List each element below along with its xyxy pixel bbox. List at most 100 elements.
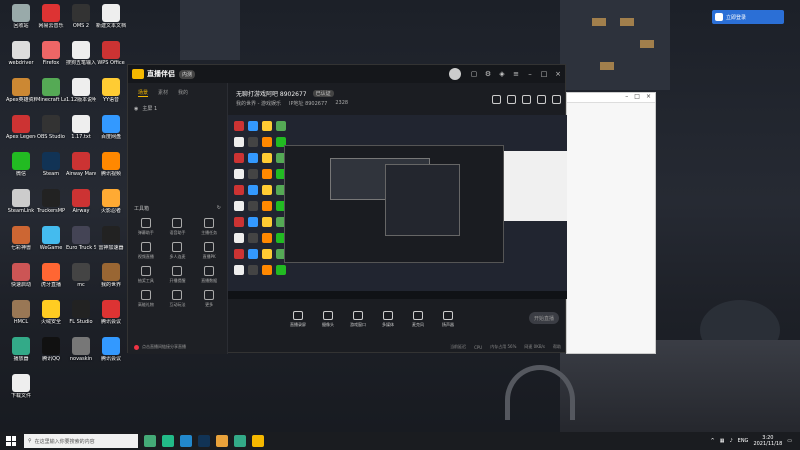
network-icon[interactable]: ▦: [720, 438, 725, 444]
source-button[interactable]: 游戏窗口: [346, 310, 370, 328]
desktop-icon[interactable]: 虎牙直播: [36, 263, 66, 297]
desktop-icon[interactable]: mc: [66, 263, 96, 297]
taskbar-app-icon[interactable]: [162, 435, 174, 447]
avatar[interactable]: [449, 68, 461, 80]
close-icon[interactable]: ×: [551, 65, 565, 83]
tool-item[interactable]: 高能礼物: [130, 290, 162, 308]
tab-mine[interactable]: 我的: [178, 89, 188, 97]
desktop-icon[interactable]: FL Studio: [66, 300, 96, 334]
message-icon[interactable]: ▢: [467, 65, 481, 83]
desktop-icon[interactable]: HMCL: [6, 300, 36, 334]
tool-item[interactable]: 视频直播: [130, 242, 162, 260]
input-language[interactable]: ENG: [738, 438, 749, 444]
desktop-icon[interactable]: OBS Studio: [36, 115, 66, 149]
clock[interactable]: 3:20 2021/11/18: [753, 435, 782, 447]
maximize-icon[interactable]: □: [537, 65, 551, 83]
tab-assets[interactable]: 素材: [158, 89, 168, 97]
tab-scene[interactable]: 场景: [138, 89, 149, 97]
minimize-icon[interactable]: –: [625, 93, 628, 102]
volume-icon[interactable]: ♪: [729, 438, 732, 444]
taskbar-app-icon[interactable]: [234, 435, 246, 447]
stream-category[interactable]: 我的世界 - 游戏娱乐: [236, 100, 281, 107]
settings-icon[interactable]: ⚙: [481, 65, 495, 83]
tool-item[interactable]: 更多: [193, 290, 225, 308]
desktop-icon[interactable]: webdriver: [6, 41, 36, 75]
refresh-icon[interactable]: ↻: [217, 205, 221, 212]
skin-icon[interactable]: ◈: [495, 65, 509, 83]
tool-item[interactable]: 开播提醒: [162, 266, 194, 284]
desktop-icon[interactable]: 播放器: [6, 337, 36, 371]
desktop-icon[interactable]: SteamLink: [6, 189, 36, 223]
desktop-icon[interactable]: 1.12版本说明.txt: [66, 78, 96, 112]
lock-icon[interactable]: [507, 95, 516, 104]
desktop-icon[interactable]: WeGame: [36, 226, 66, 260]
desktop-icon[interactable]: 火影忍者: [96, 189, 126, 223]
login-button[interactable]: 立即登录: [712, 10, 784, 24]
maximize-icon[interactable]: □: [634, 93, 640, 102]
taskbar-app-icon[interactable]: [144, 435, 156, 447]
desktop-icon[interactable]: 网易云音乐: [36, 4, 66, 38]
minimize-icon[interactable]: –: [523, 65, 537, 83]
taskbar-app-icon[interactable]: [180, 435, 192, 447]
preview-canvas[interactable]: [228, 115, 567, 299]
go-live-button[interactable]: 开始直播: [529, 312, 559, 324]
source-button[interactable]: 麦克风: [406, 310, 430, 328]
desktop-icon[interactable]: Steam: [36, 152, 66, 186]
taskbar-live-app-icon[interactable]: [252, 435, 264, 447]
desktop-icon[interactable]: 腾讯视频: [96, 152, 126, 186]
source-button[interactable]: 多媒体: [376, 310, 400, 328]
desktop-icon[interactable]: 腾讯会议: [96, 300, 126, 334]
desktop-icon[interactable]: Apex英雄资料站: [6, 78, 36, 112]
menu-icon[interactable]: ≡: [509, 65, 523, 83]
tool-item[interactable]: 抽奖工具: [130, 266, 162, 284]
status-item[interactable]: 帮助: [553, 344, 561, 350]
taskbar-search[interactable]: ⚲ 在这里输入你要搜索的内容: [24, 434, 138, 448]
layout-icon[interactable]: [522, 95, 531, 104]
tool-item[interactable]: 语音助手: [162, 218, 194, 236]
desktop-icon[interactable]: 火绒安全: [36, 300, 66, 334]
desktop-icon[interactable]: WPS Office: [96, 41, 126, 75]
desktop-icon[interactable]: 回收站: [6, 4, 36, 38]
desktop-icon[interactable]: 腾讯QQ: [36, 337, 66, 371]
tool-item[interactable]: 多人连麦: [162, 242, 194, 260]
desktop-icon[interactable]: 七彩神兽: [6, 226, 36, 260]
desktop-icon[interactable]: 下载文件: [6, 374, 36, 408]
close-icon[interactable]: ×: [646, 93, 651, 102]
desktop-icon[interactable]: Airway Manual: [66, 152, 96, 186]
notification-icon[interactable]: ▭: [787, 438, 792, 444]
taskbar-steam-icon[interactable]: [198, 435, 210, 447]
tool-item[interactable]: 直播数据: [193, 266, 225, 284]
bell-icon[interactable]: [537, 95, 546, 104]
desktop-icon[interactable]: Euro Truck Simulator 2: [66, 226, 96, 260]
windows-start-icon[interactable]: [6, 436, 16, 446]
desktop-icon[interactable]: Minecraft Launcher: [36, 78, 66, 112]
desktop-icon[interactable]: TruckersMP: [36, 189, 66, 223]
desktop-icon[interactable]: 百度网盘: [96, 115, 126, 149]
share-icon[interactable]: [552, 95, 561, 104]
desktop-icon[interactable]: Firefox: [36, 41, 66, 75]
desktop-icon[interactable]: 我的世界: [96, 263, 126, 297]
desktop-icon[interactable]: 新建文本文档: [96, 4, 126, 38]
browser-window[interactable]: – □ ×: [566, 92, 656, 354]
eye-icon[interactable]: ◉: [134, 106, 138, 112]
desktop-icon[interactable]: 快速启动: [6, 263, 36, 297]
source-button[interactable]: 摄像头: [316, 310, 340, 328]
source-button[interactable]: 扬声器: [436, 310, 460, 328]
tool-item[interactable]: 直播PK: [193, 242, 225, 260]
desktop-icon[interactable]: OMS 2: [66, 4, 96, 38]
tool-item[interactable]: 弹幕助手: [130, 218, 162, 236]
left-footer[interactable]: 点击直播间链接分享直播: [128, 340, 227, 354]
desktop-icon[interactable]: Apex Legends: [6, 115, 36, 149]
tool-item[interactable]: 互动玩法: [162, 290, 194, 308]
tool-item[interactable]: 主播任务: [193, 218, 225, 236]
desktop-icon[interactable]: 腾讯会议: [96, 337, 126, 371]
desktop-icon[interactable]: Airway: [66, 189, 96, 223]
desktop-icon[interactable]: 微信: [6, 152, 36, 186]
desktop-icon[interactable]: 雷神加速器: [96, 226, 126, 260]
taskbar-folder-icon[interactable]: [216, 435, 228, 447]
desktop-icon[interactable]: 1.17.txt: [66, 115, 96, 149]
scene-item[interactable]: ◉ 主屏 1: [128, 103, 227, 114]
desktop-icon[interactable]: YY语音: [96, 78, 126, 112]
desktop-icon[interactable]: novaskin: [66, 337, 96, 371]
source-button[interactable]: 直播录屏: [286, 310, 310, 328]
